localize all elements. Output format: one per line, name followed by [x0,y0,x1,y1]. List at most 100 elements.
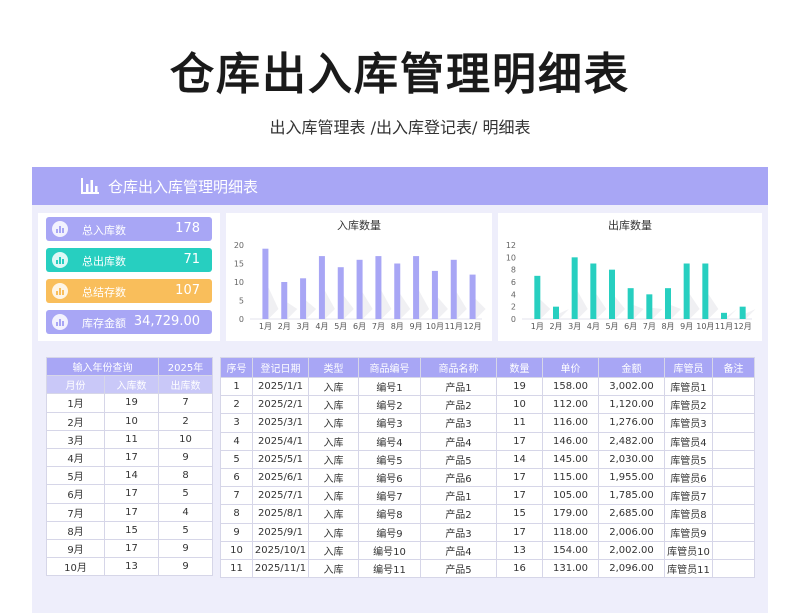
table-cell[interactable]: 9月 [46,538,105,559]
table-cell[interactable]: 2025/5/1 [252,449,309,469]
table-cell[interactable]: 15 [496,504,543,524]
table-cell[interactable]: 2025/6/1 [252,467,309,488]
table-cell[interactable]: 1,955.00 [598,467,665,488]
table-cell[interactable] [712,558,755,579]
table-cell[interactable]: 库管员10 [664,540,713,560]
table-cell[interactable]: 145.00 [542,449,599,469]
table-cell[interactable]: 11 [104,429,159,449]
table-cell[interactable]: 2,002.00 [598,540,665,560]
table-cell[interactable]: 158.00 [542,376,599,397]
table-cell[interactable]: 7 [158,393,213,413]
table-cell[interactable]: 5 [158,520,213,540]
table-cell[interactable]: 118.00 [542,522,599,542]
table-cell[interactable] [712,467,755,488]
table-cell[interactable]: 编号7 [358,486,421,506]
table-cell[interactable]: 179.00 [542,504,599,524]
table-cell[interactable]: 8月 [46,520,105,540]
table-cell[interactable]: 17 [496,467,543,488]
table-cell[interactable]: 8 [158,466,213,486]
table-cell[interactable]: 产品5 [420,449,497,469]
table-cell[interactable]: 产品3 [420,413,497,433]
table-cell[interactable]: 10 [158,429,213,449]
table-cell[interactable]: 编号4 [358,431,421,451]
table-cell[interactable]: 9 [158,557,213,577]
table-cell[interactable]: 11 [220,558,253,579]
table-cell[interactable]: 2,685.00 [598,504,665,524]
table-cell[interactable]: 17 [104,538,159,559]
table-cell[interactable]: 3,002.00 [598,376,665,397]
table-cell[interactable]: 7月 [46,502,105,522]
table-cell[interactable]: 入库 [308,431,359,451]
table-cell[interactable]: 9 [158,447,213,468]
table-cell[interactable]: 编号1 [358,376,421,397]
table-cell[interactable]: 2,096.00 [598,558,665,579]
table-cell[interactable]: 产品1 [420,486,497,506]
table-cell[interactable]: 6 [220,467,253,488]
table-cell[interactable]: 入库 [308,413,359,433]
table-cell[interactable]: 产品4 [420,431,497,451]
table-cell[interactable]: 5 [220,449,253,469]
table-cell[interactable] [712,449,755,469]
table-cell[interactable]: 编号3 [358,413,421,433]
table-cell[interactable]: 入库 [308,504,359,524]
table-cell[interactable]: 9 [220,522,253,542]
table-cell[interactable]: 库管员2 [664,395,713,415]
table-cell[interactable]: 库管员3 [664,413,713,433]
table-cell[interactable]: 116.00 [542,413,599,433]
table-cell[interactable]: 入库 [308,522,359,542]
table-cell[interactable]: 入库 [308,449,359,469]
table-cell[interactable]: 2月 [46,411,105,431]
table-cell[interactable]: 产品6 [420,467,497,488]
table-cell[interactable]: 编号10 [358,540,421,560]
table-cell[interactable]: 编号11 [358,558,421,579]
table-cell[interactable]: 产品5 [420,558,497,579]
table-cell[interactable]: 入库 [308,558,359,579]
table-cell[interactable]: 库管员5 [664,449,713,469]
table-cell[interactable]: 5月 [46,466,105,486]
table-cell[interactable]: 编号8 [358,504,421,524]
table-cell[interactable]: 1,120.00 [598,395,665,415]
table-cell[interactable]: 产品2 [420,395,497,415]
table-cell[interactable]: 3月 [46,429,105,449]
table-cell[interactable]: 14 [104,466,159,486]
table-cell[interactable]: 库管员7 [664,486,713,506]
table-cell[interactable]: 15 [104,520,159,540]
table-cell[interactable]: 1月 [46,393,105,413]
table-cell[interactable] [712,413,755,433]
table-cell[interactable]: 编号5 [358,449,421,469]
table-cell[interactable]: 产品2 [420,504,497,524]
table-cell[interactable]: 13 [496,540,543,560]
table-cell[interactable]: 2025/10/1 [252,540,309,560]
table-cell[interactable]: 3 [220,413,253,433]
table-cell[interactable]: 4月 [46,447,105,468]
table-cell[interactable] [712,431,755,451]
table-cell[interactable] [712,504,755,524]
table-cell[interactable]: 2025/2/1 [252,395,309,415]
table-cell[interactable]: 8 [220,504,253,524]
table-cell[interactable]: 146.00 [542,431,599,451]
table-cell[interactable]: 2,030.00 [598,449,665,469]
table-cell[interactable]: 16 [496,558,543,579]
table-cell[interactable]: 2,482.00 [598,431,665,451]
year-input[interactable]: 2025年 [158,356,213,377]
table-cell[interactable]: 10 [496,395,543,415]
table-cell[interactable]: 17 [104,484,159,504]
table-cell[interactable]: 10月 [46,557,105,577]
table-cell[interactable]: 17 [496,522,543,542]
table-cell[interactable]: 库管员9 [664,522,713,542]
table-cell[interactable]: 10 [104,411,159,431]
table-cell[interactable]: 入库 [308,467,359,488]
table-cell[interactable]: 115.00 [542,467,599,488]
table-cell[interactable]: 4 [220,431,253,451]
table-cell[interactable]: 154.00 [542,540,599,560]
table-cell[interactable]: 13 [104,557,159,577]
table-cell[interactable]: 17 [496,431,543,451]
table-cell[interactable]: 4 [158,502,213,522]
table-cell[interactable]: 库管员11 [664,558,713,579]
table-cell[interactable]: 2025/9/1 [252,522,309,542]
table-cell[interactable]: 1 [220,376,253,397]
table-cell[interactable]: 14 [496,449,543,469]
table-cell[interactable]: 9 [158,538,213,559]
table-cell[interactable] [712,486,755,506]
table-cell[interactable]: 产品1 [420,376,497,397]
